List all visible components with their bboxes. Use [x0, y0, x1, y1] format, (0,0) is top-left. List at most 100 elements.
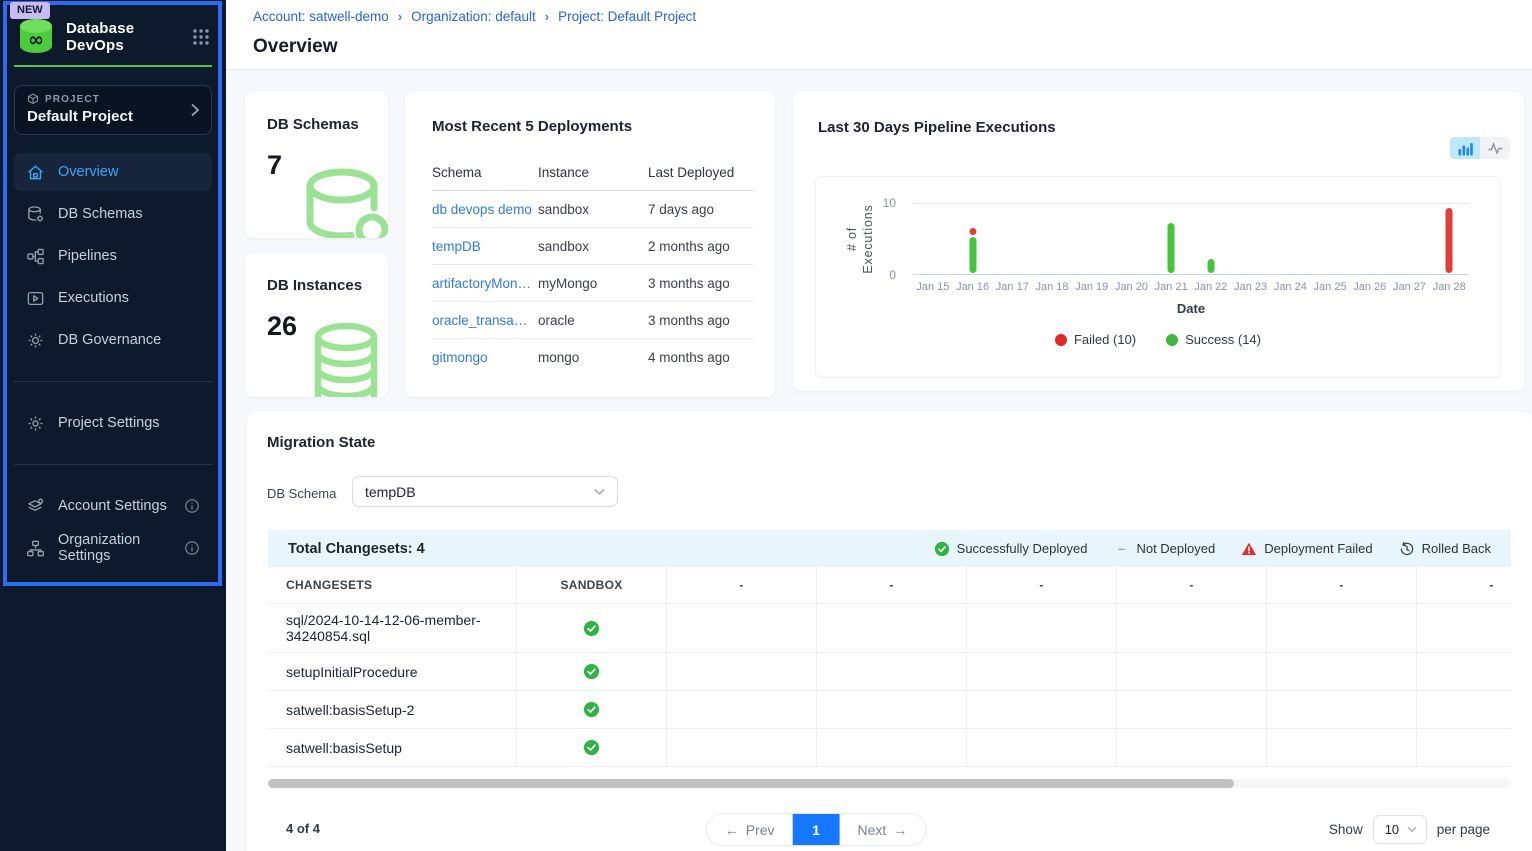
- sidebar-item-account-settings[interactable]: Account Settings: [14, 487, 212, 525]
- per-page-select[interactable]: 10: [1373, 815, 1427, 844]
- project-name: Default Project: [27, 108, 199, 125]
- deployment-last-deployed: 4 months ago: [648, 350, 753, 365]
- sidebar-divider: [14, 381, 212, 382]
- play-box-icon: [26, 289, 45, 308]
- sidebar-item-executions[interactable]: Executions: [14, 279, 212, 317]
- deployment-row: gitmongomongo4 months ago: [432, 339, 753, 376]
- next-page-button[interactable]: Next →: [840, 814, 926, 845]
- sidebar-item-label: DB Governance: [58, 332, 161, 348]
- chart-legend-label: Failed (10): [1074, 332, 1136, 347]
- x-axis-labels: Jan 15Jan 16Jan 17Jan 18Jan 19Jan 20Jan …: [913, 281, 1469, 293]
- breadcrumb-item-account[interactable]: Account: satwell-demo: [253, 9, 389, 24]
- db-schema-select[interactable]: tempDB: [352, 476, 618, 507]
- changeset-status-cell: [517, 691, 667, 729]
- bar-chart-toggle-icon[interactable]: [1450, 137, 1480, 159]
- sidebar-divider-green: [14, 65, 212, 67]
- y-tick-min: 0: [868, 268, 896, 282]
- success-check-icon: [583, 739, 600, 756]
- x-tick-label: Jan 22: [1191, 281, 1231, 293]
- chart-plot-panel: # of Executions 10 0 Jan 15Jan 16Jan 17J…: [815, 176, 1501, 378]
- sidebar-divider: [14, 464, 212, 465]
- database-single-icon: [292, 160, 388, 238]
- home-icon: [26, 163, 45, 182]
- x-tick-label: Jan 26: [1350, 281, 1390, 293]
- sidebar-item-db-governance[interactable]: DB Governance: [14, 321, 212, 359]
- project-selector[interactable]: PROJECT Default Project: [14, 85, 212, 135]
- empty-status-cell: [1417, 691, 1511, 729]
- new-badge: NEW: [10, 2, 50, 19]
- changesets-column-header: -: [1267, 567, 1417, 604]
- deployment-instance: sandbox: [538, 239, 648, 254]
- chevron-down-icon: [594, 488, 605, 496]
- empty-status-cell: [967, 729, 1117, 767]
- page-number-button[interactable]: 1: [793, 814, 840, 845]
- chart-title: Last 30 Days Pipeline Executions: [818, 119, 1056, 136]
- changesets-column-header: SANDBOX: [517, 567, 667, 604]
- success-bar-segment: [969, 237, 976, 273]
- bar-group-jan-16[interactable]: [969, 228, 976, 273]
- chart-type-toggle: [1450, 137, 1510, 159]
- empty-status-cell: [817, 729, 967, 767]
- per-page-control: Show 10 per page: [1329, 813, 1490, 846]
- prev-page-button[interactable]: ← Prev: [707, 814, 793, 845]
- empty-status-cell: [1267, 604, 1417, 653]
- sidebar-item-label: Project Settings: [58, 415, 160, 431]
- sidebar-nav-main: Overview DB Schemas Pipelines Executions DB …: [0, 153, 226, 359]
- deployment-row: oracle_transact...oracle3 months ago: [432, 302, 753, 339]
- deployment-schema-link[interactable]: oracle_transact...: [432, 313, 538, 328]
- chart-legend-item[interactable]: Success (14): [1166, 332, 1261, 347]
- deployment-instance: myMongo: [538, 276, 648, 291]
- changesets-column-header: CHANGESETS: [268, 567, 517, 604]
- breadcrumb-item-project[interactable]: Project: Default Project: [558, 9, 696, 24]
- sidebar-item-project-settings[interactable]: Project Settings: [14, 404, 212, 442]
- legend-dot-icon: [1055, 334, 1067, 346]
- x-tick-label: Jan 28: [1429, 281, 1469, 293]
- info-icon[interactable]: [184, 498, 200, 514]
- deployments-column-header: Instance: [538, 165, 648, 180]
- chart-legend: Failed (10) Success (14): [816, 332, 1500, 347]
- changesets-column-header: -: [967, 567, 1117, 604]
- x-tick-label: Jan 16: [953, 281, 993, 293]
- changeset-status-cell: [517, 729, 667, 767]
- info-icon[interactable]: [184, 540, 200, 556]
- arrow-left-icon: ←: [725, 823, 739, 837]
- sidebar-item-overview[interactable]: Overview: [14, 153, 212, 191]
- deployment-schema-link[interactable]: artifactoryMongo: [432, 276, 538, 291]
- deployment-row: db devops demosandbox7 days ago: [432, 191, 753, 228]
- sidebar-item-db-schemas[interactable]: DB Schemas: [14, 195, 212, 233]
- sidebar-item-label: Overview: [58, 164, 118, 180]
- prev-label: Prev: [746, 822, 775, 838]
- scrollbar-thumb[interactable]: [268, 779, 1234, 788]
- status-legend: Successfully Deployed–Not DeployedDeploy…: [934, 541, 1491, 557]
- deployment-last-deployed: 3 months ago: [648, 276, 753, 291]
- deployment-schema-link[interactable]: db devops demo: [432, 202, 538, 217]
- sidebar-item-label: DB Schemas: [58, 206, 143, 222]
- sidebar-item-pipelines[interactable]: Pipelines: [14, 237, 212, 275]
- deployment-schema-link[interactable]: tempDB: [432, 239, 538, 254]
- sidebar-item-organization-settings[interactable]: Organization Settings: [14, 529, 212, 567]
- empty-status-cell: [817, 653, 967, 691]
- x-tick-label: Jan 18: [1032, 281, 1072, 293]
- db-gear-icon: [26, 205, 45, 224]
- breadcrumb-item-organization[interactable]: Organization: default: [411, 9, 536, 24]
- deployment-schema-link[interactable]: gitmongo: [432, 350, 538, 365]
- bar-group-jan-28[interactable]: [1446, 208, 1453, 273]
- empty-status-cell: [967, 653, 1117, 691]
- dash-icon: –: [1113, 541, 1129, 557]
- chart-legend-item[interactable]: Failed (10): [1055, 332, 1136, 347]
- org-gear-icon: [26, 539, 45, 558]
- status-legend-item: Successfully Deployed: [934, 541, 1088, 557]
- line-chart-toggle-icon[interactable]: [1480, 137, 1510, 159]
- sidebar-item-label: Organization Settings: [58, 532, 171, 564]
- bar-group-jan-22[interactable]: [1207, 259, 1214, 273]
- pipeline-executions-card: Last 30 Days Pipeline Executions # of Ex…: [793, 92, 1524, 391]
- deployment-last-deployed: 3 months ago: [648, 313, 753, 328]
- show-label: Show: [1329, 822, 1363, 837]
- app-grid-icon[interactable]: [192, 28, 210, 46]
- success-bar-segment: [1207, 259, 1214, 273]
- sidebar-nav-secondary: Project Settings: [0, 404, 226, 442]
- success-check-icon: [583, 701, 600, 718]
- empty-status-cell: [817, 691, 967, 729]
- horizontal-scrollbar[interactable]: [268, 779, 1511, 788]
- bar-group-jan-21[interactable]: [1168, 223, 1175, 273]
